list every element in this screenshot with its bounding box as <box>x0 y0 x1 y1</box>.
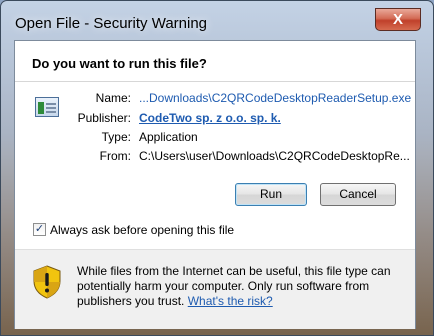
from-label: From: <box>99 149 131 163</box>
warning-message: While files from the Internet can be use… <box>77 264 395 309</box>
publisher-link[interactable]: CodeTwo sp. z o.o. sp. k. <box>139 111 281 125</box>
dialog-heading: Do you want to run this file? <box>32 56 207 71</box>
always-ask-label[interactable]: Always ask before opening this file <box>50 223 234 237</box>
type-value: Application <box>139 130 198 144</box>
publisher-label: Publisher: <box>77 111 131 125</box>
security-shield-icon <box>33 265 61 299</box>
cancel-button[interactable]: Cancel <box>320 183 396 206</box>
always-ask-checkbox[interactable]: ✓ <box>33 223 46 236</box>
file-name-link[interactable]: ...Downloads\C2QRCodeDesktopReaderSetup.… <box>139 91 411 105</box>
close-button[interactable]: X <box>375 8 421 31</box>
name-label: Name: <box>95 91 131 105</box>
window-title: Open File - Security Warning <box>15 15 208 32</box>
type-label: Type: <box>101 130 131 144</box>
dialog-body: Do you want to run this file? Name: ...D… <box>14 40 416 329</box>
whats-the-risk-link[interactable]: What's the risk? <box>188 294 273 308</box>
security-warning-window: Open File - Security Warning X Do you wa… <box>0 0 434 336</box>
from-value: C:\Users\user\Downloads\C2QRCodeDesktopR… <box>139 149 410 163</box>
dialog-heading-area: Do you want to run this file? <box>15 41 415 82</box>
run-button[interactable]: Run <box>235 183 307 206</box>
warning-footer: While files from the Internet can be use… <box>15 249 415 329</box>
